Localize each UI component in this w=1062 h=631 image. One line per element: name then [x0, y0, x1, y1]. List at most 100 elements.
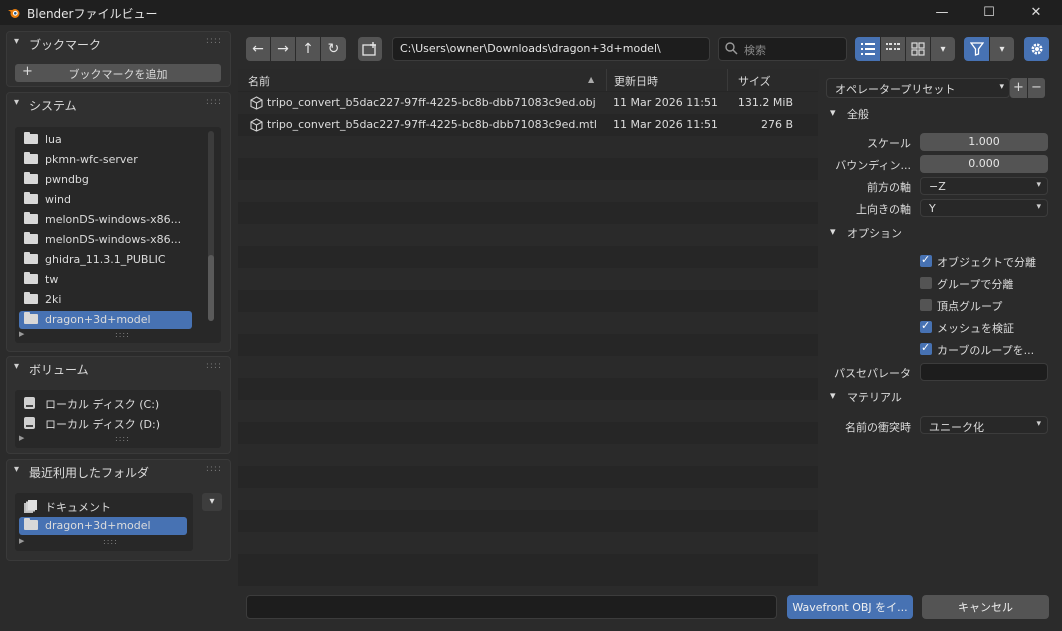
forward-axis-label: 前方の軸 [867, 181, 911, 194]
column-size-header[interactable]: サイズ [727, 69, 819, 91]
horizontal-list-view-button[interactable] [881, 37, 905, 61]
maximize-button[interactable]: ☐ [966, 0, 1012, 25]
curve-loop-label: カーブのループを... [937, 344, 1035, 357]
forward-button[interactable]: → [271, 37, 295, 61]
path-separator-field[interactable] [920, 363, 1048, 381]
expand-triangle-icon[interactable]: ▶ [19, 330, 24, 338]
system-header[interactable]: ▾ システム :::: [7, 93, 230, 117]
refresh-button[interactable]: ↻ [321, 37, 346, 61]
bounds-field[interactable]: 0.000 [920, 155, 1048, 173]
name-collision-dropdown[interactable]: ユニーク化 ▾ [920, 416, 1048, 434]
grip-icon[interactable]: :::: [206, 464, 222, 474]
volumes-panel: ▾ ボリューム :::: ローカル ディスク (C:) ローカル ディスク (D… [6, 356, 231, 454]
forward-axis-dropdown[interactable]: −Z ▾ [920, 177, 1048, 195]
recent-header[interactable]: ▾ 最近利用したフォルダ :::: [7, 460, 230, 484]
grip-icon[interactable]: :::: [206, 97, 222, 107]
system-item-melonds-2[interactable]: melonDS-windows-x86... [19, 231, 192, 249]
row-stripe [238, 202, 818, 224]
split-by-group-checkbox[interactable] [920, 277, 932, 289]
system-item-lua[interactable]: lua [19, 131, 192, 149]
scroll-thumb[interactable] [208, 255, 214, 321]
recent-menu-button[interactable]: ▾ [202, 493, 222, 511]
column-name-header[interactable]: 名前 ▲ [238, 69, 606, 91]
vertex-groups-checkbox[interactable] [920, 299, 932, 311]
chevron-down-icon: ▾ [830, 225, 836, 238]
row-stripe [238, 488, 818, 510]
new-folder-button[interactable] [358, 37, 382, 61]
system-item-tw[interactable]: tw [19, 271, 192, 289]
close-button[interactable]: ✕ [1013, 0, 1059, 25]
general-section-header[interactable]: ▾ 全般 [822, 103, 1062, 123]
path-field[interactable]: C:\Users\owner\Downloads\dragon+3d+model… [392, 37, 710, 61]
row-stripe [238, 136, 818, 158]
folder-icon [24, 312, 38, 324]
item-label: ドキュメント [45, 501, 111, 514]
resize-handle-icon[interactable]: :::: [115, 434, 130, 443]
curve-loop-checkbox[interactable] [920, 341, 932, 355]
chevron-down-icon: ▾ [14, 361, 20, 372]
back-button[interactable]: ← [246, 37, 270, 61]
chevron-down-icon: ▾ [1036, 419, 1041, 429]
folder-icon [24, 212, 38, 224]
file-list: 名前 ▲ 更新日時 サイズ tripo_convert_b5dac227-97f… [238, 69, 819, 586]
column-date-header[interactable]: 更新日時 [606, 69, 727, 91]
chevron-down-icon: ▾ [1036, 180, 1041, 190]
resize-handle-icon[interactable]: :::: [115, 330, 130, 339]
resize-handle-icon[interactable]: :::: [103, 537, 118, 546]
system-item-2ki[interactable]: 2ki [19, 291, 192, 309]
filter-toggle-button[interactable] [964, 37, 989, 61]
split-by-group-label: グループで分離 [937, 278, 1014, 291]
volumes-header[interactable]: ▾ ボリューム :::: [7, 357, 230, 381]
volume-item-c[interactable]: ローカル ディスク (C:) [19, 394, 192, 412]
system-item-ghidra[interactable]: ghidra_11.3.1_PUBLIC [19, 251, 192, 269]
system-item-pwndbg[interactable]: pwndbg [19, 171, 192, 189]
add-bookmark-button[interactable]: + ブックマークを追加 [15, 64, 221, 82]
thumbnail-view-button[interactable] [906, 37, 930, 61]
remove-preset-button[interactable]: − [1028, 78, 1045, 98]
chevron-down-icon: ▾ [14, 36, 20, 47]
add-preset-button[interactable]: + [1010, 78, 1027, 98]
grip-icon[interactable]: :::: [206, 36, 222, 46]
filename-input[interactable] [246, 595, 777, 619]
folder-icon [24, 192, 38, 204]
expand-triangle-icon[interactable]: ▶ [19, 434, 24, 442]
row-stripe [238, 554, 818, 576]
expand-triangle-icon[interactable]: ▶ [19, 537, 24, 545]
recent-item-documents[interactable]: ドキュメント [19, 497, 187, 515]
system-scrollbar[interactable] [208, 131, 214, 321]
minimize-button[interactable]: — [919, 0, 965, 25]
options-section-header[interactable]: ▾ オプション [822, 222, 1062, 242]
materials-section-header[interactable]: ▾ マテリアル [822, 386, 1062, 406]
recent-list: ドキュメント dragon+3d+model ▶ :::: [15, 493, 193, 551]
operator-preset-dropdown[interactable]: オペレータープリセット ▾ [826, 78, 1010, 98]
system-item-pkmn[interactable]: pkmn-wfc-server [19, 151, 192, 169]
recent-item-dragon[interactable]: dragon+3d+model [19, 517, 187, 535]
file-row[interactable]: tripo_convert_b5dac227-97ff-4225-bc8b-db… [238, 92, 818, 114]
system-item-wind[interactable]: wind [19, 191, 192, 209]
bookmarks-panel: ▾ ブックマーク :::: + ブックマークを追加 [6, 31, 231, 87]
validate-meshes-checkbox[interactable] [920, 319, 932, 333]
display-options-dropdown[interactable]: ▾ [931, 37, 955, 61]
split-by-object-checkbox[interactable] [920, 253, 932, 267]
path-separator-label: パスセパレータ [834, 367, 911, 380]
settings-toggle-button[interactable] [1024, 37, 1049, 61]
row-stripe [238, 290, 818, 312]
volume-item-d[interactable]: ローカル ディスク (D:) [19, 414, 192, 432]
filter-options-dropdown[interactable]: ▾ [990, 37, 1014, 61]
row-stripe [238, 268, 818, 290]
file-row[interactable]: tripo_convert_b5dac227-97ff-4225-bc8b-db… [238, 114, 818, 136]
parent-directory-button[interactable]: ↑ [296, 37, 320, 61]
file-size: 131.2 MiB [737, 96, 793, 109]
bookmarks-header[interactable]: ▾ ブックマーク :::: [7, 32, 230, 56]
file-date: 11 Mar 2026 11:51 [613, 96, 718, 109]
scale-field[interactable]: 1.000 [920, 133, 1048, 151]
search-input[interactable]: 検索 [718, 37, 847, 61]
cancel-button[interactable]: キャンセル [922, 595, 1049, 619]
up-axis-dropdown[interactable]: Y ▾ [920, 199, 1048, 217]
row-stripe [238, 158, 818, 180]
system-item-dragon[interactable]: dragon+3d+model [19, 311, 192, 329]
grip-icon[interactable]: :::: [206, 361, 222, 371]
vertical-list-view-button[interactable] [855, 37, 880, 61]
system-item-melonds-1[interactable]: melonDS-windows-x86... [19, 211, 192, 229]
confirm-import-button[interactable]: Wavefront OBJ をイ... [787, 595, 913, 619]
